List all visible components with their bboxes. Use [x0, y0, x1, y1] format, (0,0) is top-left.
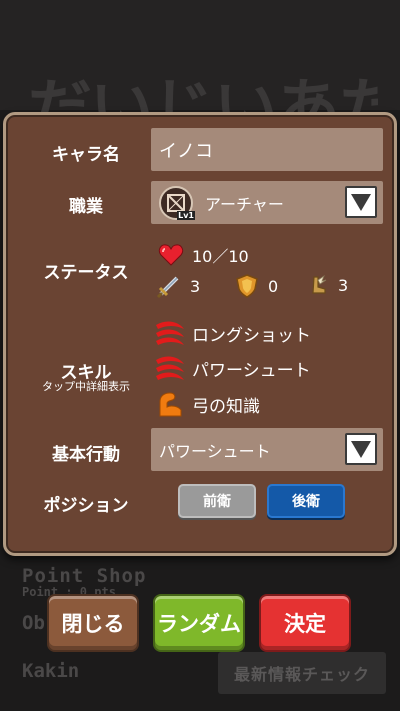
attack-value: 3	[190, 276, 201, 296]
winged-boot-icon	[312, 274, 327, 294]
skill-item-bow-knowledge[interactable]: 弓の知識	[154, 388, 260, 420]
status-label: ステータス	[43, 263, 129, 283]
close-button[interactable]: 閉じる	[47, 594, 139, 652]
action-dropdown-button[interactable]	[345, 433, 377, 465]
class-label: 職業	[69, 197, 103, 217]
class-value: アーチャー	[205, 194, 284, 214]
background-kakin: Kakin	[22, 660, 80, 682]
class-level: Lv1	[177, 210, 195, 220]
shield-icon	[236, 274, 258, 298]
action-select[interactable]: パワーシュート	[151, 428, 383, 471]
action-label: 基本行動	[52, 445, 120, 465]
orange-arm-icon	[159, 392, 182, 417]
skill-name: ロングショット	[192, 325, 311, 346]
red-claw-icon	[156, 321, 184, 345]
random-button[interactable]: ランダム	[153, 594, 245, 652]
skill-name: パワーシュート	[192, 360, 311, 381]
speed-value: 3	[338, 275, 349, 295]
background-point-shop: Point Shop	[22, 565, 147, 587]
name-value: イノコ	[159, 140, 213, 162]
class-dropdown-button[interactable]	[345, 186, 377, 218]
attack-stat: 3	[156, 273, 200, 299]
speed-stat: 3	[306, 273, 348, 297]
confirm-button[interactable]: 決定	[259, 594, 351, 652]
position-front-button[interactable]: 前衛	[178, 484, 256, 518]
sword-icon	[156, 276, 179, 299]
position-back-button[interactable]: 後衛	[267, 484, 345, 518]
chevron-down-icon	[351, 193, 371, 211]
skill-item-power-shoot[interactable]: パワーシュート	[154, 352, 311, 384]
hp-stat: 10／10	[158, 243, 249, 267]
class-select[interactable]: Lv1 アーチャー	[151, 181, 383, 224]
skill-hint: タップ中詳細表示	[42, 380, 130, 393]
background-news-button: 最新情報チェック	[218, 652, 386, 694]
defense-stat: 0	[234, 273, 278, 299]
skill-item-long-shot[interactable]: ロングショット	[154, 317, 311, 349]
background-menu-ob: Ob	[22, 612, 45, 634]
red-claw-icon	[156, 356, 184, 380]
defense-value: 0	[268, 276, 279, 296]
position-label: ポジション	[43, 496, 129, 516]
archer-class-icon: Lv1	[159, 185, 195, 220]
skill-name: 弓の知識	[192, 396, 260, 417]
name-input[interactable]: イノコ	[151, 128, 383, 171]
name-label: キャラ名	[52, 145, 120, 165]
hp-value: 10／10	[192, 247, 249, 266]
action-value: パワーシュート	[159, 441, 271, 461]
heart-icon	[158, 244, 184, 266]
chevron-down-icon	[351, 440, 371, 458]
